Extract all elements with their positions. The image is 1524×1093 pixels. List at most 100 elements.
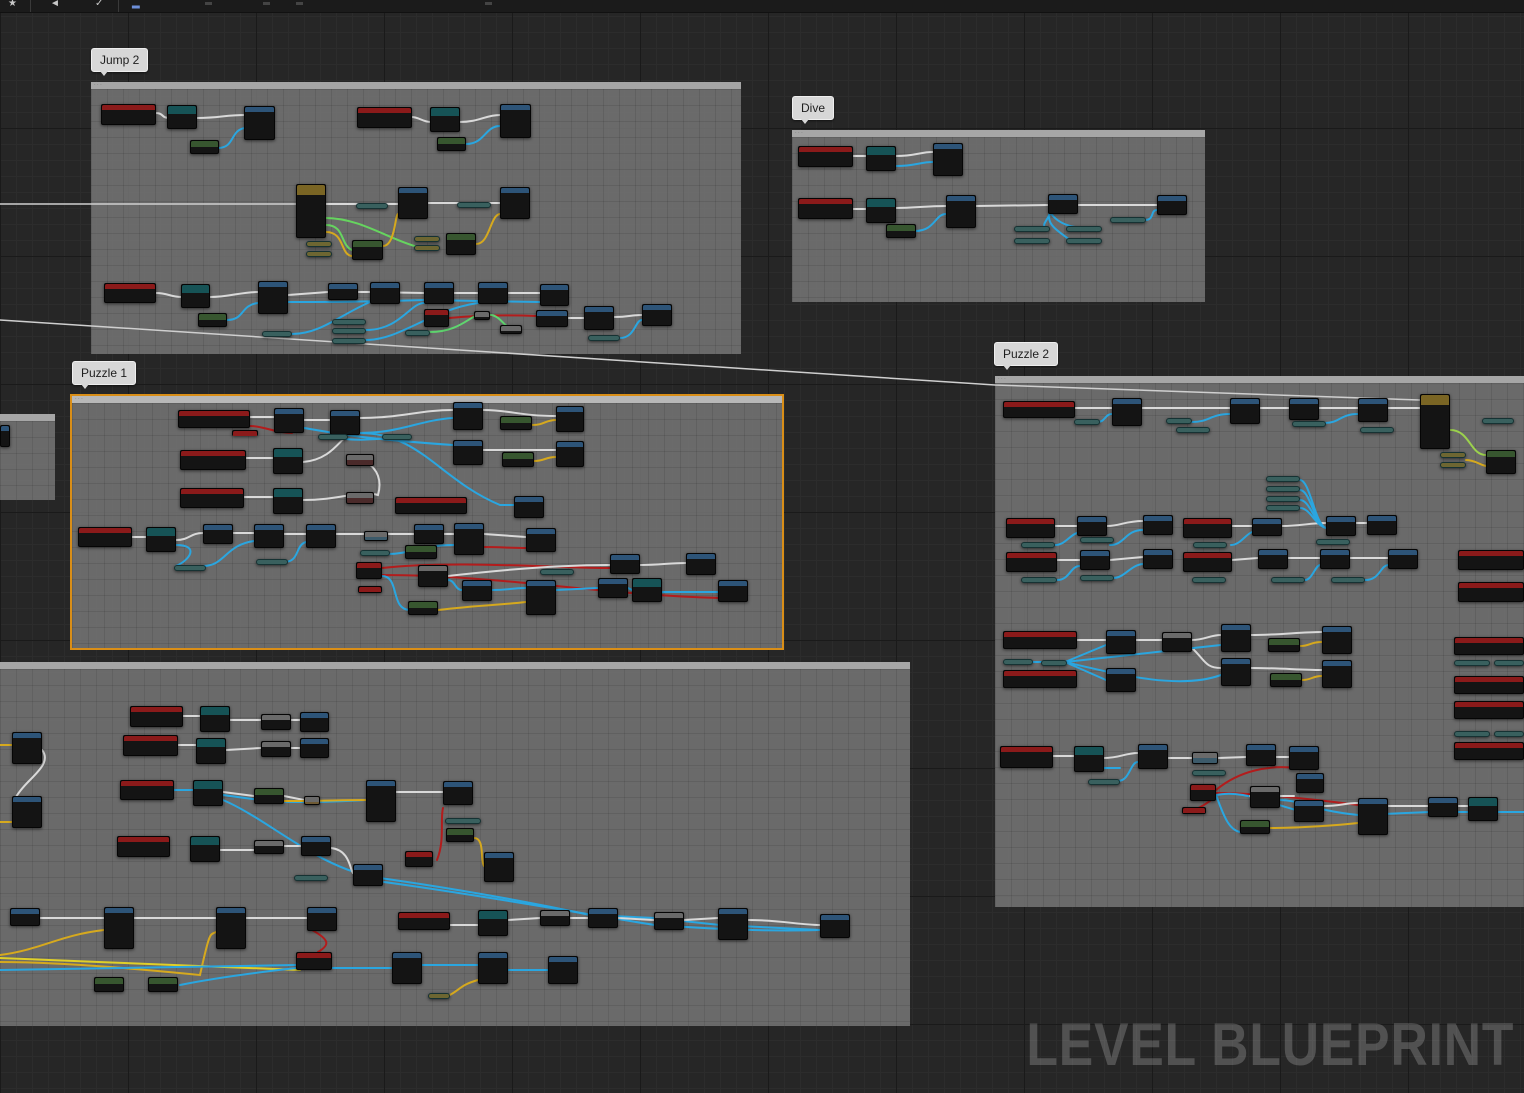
event-node[interactable] <box>1003 631 1077 649</box>
variable-node[interactable] <box>174 565 206 571</box>
variable-node[interactable] <box>306 251 332 257</box>
variable-node[interactable] <box>428 993 450 999</box>
event-node[interactable] <box>78 527 132 547</box>
variable-node[interactable] <box>1080 537 1114 543</box>
macro-node[interactable] <box>296 184 326 238</box>
function-node[interactable] <box>1296 773 1324 793</box>
function-node[interactable] <box>584 306 614 330</box>
variable-node[interactable] <box>1454 731 1490 737</box>
function-node[interactable] <box>104 907 134 949</box>
event-node[interactable] <box>1190 784 1216 801</box>
function-node[interactable] <box>1322 660 1352 688</box>
variable-node[interactable] <box>1494 731 1524 737</box>
function-node[interactable] <box>1112 398 1142 426</box>
variable-node[interactable] <box>414 245 440 251</box>
function-node[interactable] <box>353 864 383 886</box>
variable-node[interactable] <box>1271 577 1305 583</box>
variable-node[interactable] <box>457 202 491 208</box>
cast-node[interactable] <box>273 488 303 514</box>
variable-node[interactable] <box>1482 418 1514 424</box>
event-node[interactable] <box>1454 742 1524 760</box>
event-node[interactable] <box>178 410 250 428</box>
branch-node[interactable] <box>405 851 433 867</box>
compare-node[interactable] <box>540 910 570 926</box>
function-node[interactable] <box>1080 550 1110 570</box>
function-node[interactable] <box>1289 398 1319 420</box>
variable-node[interactable] <box>1110 217 1146 223</box>
function-node[interactable] <box>1358 798 1388 835</box>
variable-get-node[interactable] <box>148 977 178 992</box>
comment-label-dive[interactable]: Dive <box>792 96 835 124</box>
event-node[interactable] <box>120 780 174 800</box>
variable-get-node[interactable] <box>500 416 532 430</box>
event-node[interactable] <box>1183 518 1232 538</box>
function-node[interactable] <box>1048 194 1078 214</box>
variable-node[interactable] <box>588 335 620 341</box>
function-node[interactable] <box>500 187 530 219</box>
variable-node[interactable] <box>306 241 332 247</box>
event-node[interactable] <box>1454 676 1524 694</box>
branch-node[interactable] <box>232 430 258 436</box>
variable-node[interactable] <box>1003 659 1033 665</box>
variable-get-node[interactable] <box>502 452 534 467</box>
event-node[interactable] <box>117 836 170 857</box>
function-node[interactable] <box>514 496 544 518</box>
event-node[interactable] <box>356 562 382 579</box>
function-node[interactable] <box>307 907 337 931</box>
compare-node[interactable] <box>418 565 448 587</box>
variable-node[interactable] <box>382 434 412 440</box>
variable-node[interactable] <box>1074 419 1100 425</box>
variable-node[interactable] <box>360 550 390 556</box>
variable-node[interactable] <box>1292 421 1326 427</box>
function-node[interactable] <box>1138 744 1168 769</box>
variable-get-node[interactable] <box>405 545 437 559</box>
variable-get-node[interactable] <box>886 224 916 238</box>
chart-icon[interactable]: ▂ <box>132 0 140 10</box>
function-node[interactable] <box>300 738 329 758</box>
compare-node[interactable] <box>1162 632 1192 652</box>
cast-node[interactable] <box>866 146 896 171</box>
function-node[interactable] <box>216 907 246 949</box>
compare-node[interactable] <box>654 912 684 930</box>
function-node[interactable] <box>370 282 400 304</box>
function-node[interactable] <box>610 554 640 574</box>
function-node[interactable] <box>598 578 628 598</box>
function-node[interactable] <box>556 441 584 467</box>
variable-node[interactable] <box>1331 577 1365 583</box>
function-node[interactable] <box>1106 668 1136 692</box>
cast-node[interactable] <box>181 284 210 308</box>
variable-node[interactable] <box>332 319 366 325</box>
function-node[interactable] <box>328 283 358 300</box>
function-node[interactable] <box>398 187 428 219</box>
variable-node[interactable] <box>1166 418 1192 424</box>
branch-node[interactable] <box>424 309 449 327</box>
variable-node[interactable] <box>1266 496 1300 502</box>
function-node[interactable] <box>1143 515 1173 535</box>
function-node[interactable] <box>1230 398 1260 424</box>
cast-node[interactable] <box>193 780 223 806</box>
compare-node[interactable] <box>500 325 522 334</box>
event-node[interactable] <box>123 735 178 756</box>
variable-node[interactable] <box>262 331 292 337</box>
function-node[interactable] <box>1157 195 1187 215</box>
variable-get-node[interactable] <box>437 137 466 151</box>
cast-node[interactable] <box>866 198 896 223</box>
variable-node[interactable] <box>318 434 348 440</box>
cast-node[interactable] <box>1468 797 1498 821</box>
dot-icon[interactable] <box>485 2 492 5</box>
event-node[interactable] <box>296 952 332 970</box>
variable-node[interactable] <box>1021 577 1057 583</box>
cursor-icon[interactable]: ✓ <box>95 0 103 10</box>
compare-node[interactable] <box>1192 752 1218 764</box>
star-icon[interactable]: ★ <box>8 0 17 10</box>
function-node[interactable] <box>933 143 963 176</box>
function-node[interactable] <box>1077 516 1107 536</box>
cast-node[interactable] <box>430 107 460 132</box>
event-node[interactable] <box>1006 552 1057 572</box>
event-node[interactable] <box>1454 637 1524 655</box>
comment-label-puzzle-2[interactable]: Puzzle 2 <box>994 342 1059 370</box>
event-node[interactable] <box>1000 746 1053 768</box>
variable-node[interactable] <box>1360 427 1394 433</box>
function-node[interactable] <box>478 282 508 304</box>
variable-node[interactable] <box>414 236 440 242</box>
